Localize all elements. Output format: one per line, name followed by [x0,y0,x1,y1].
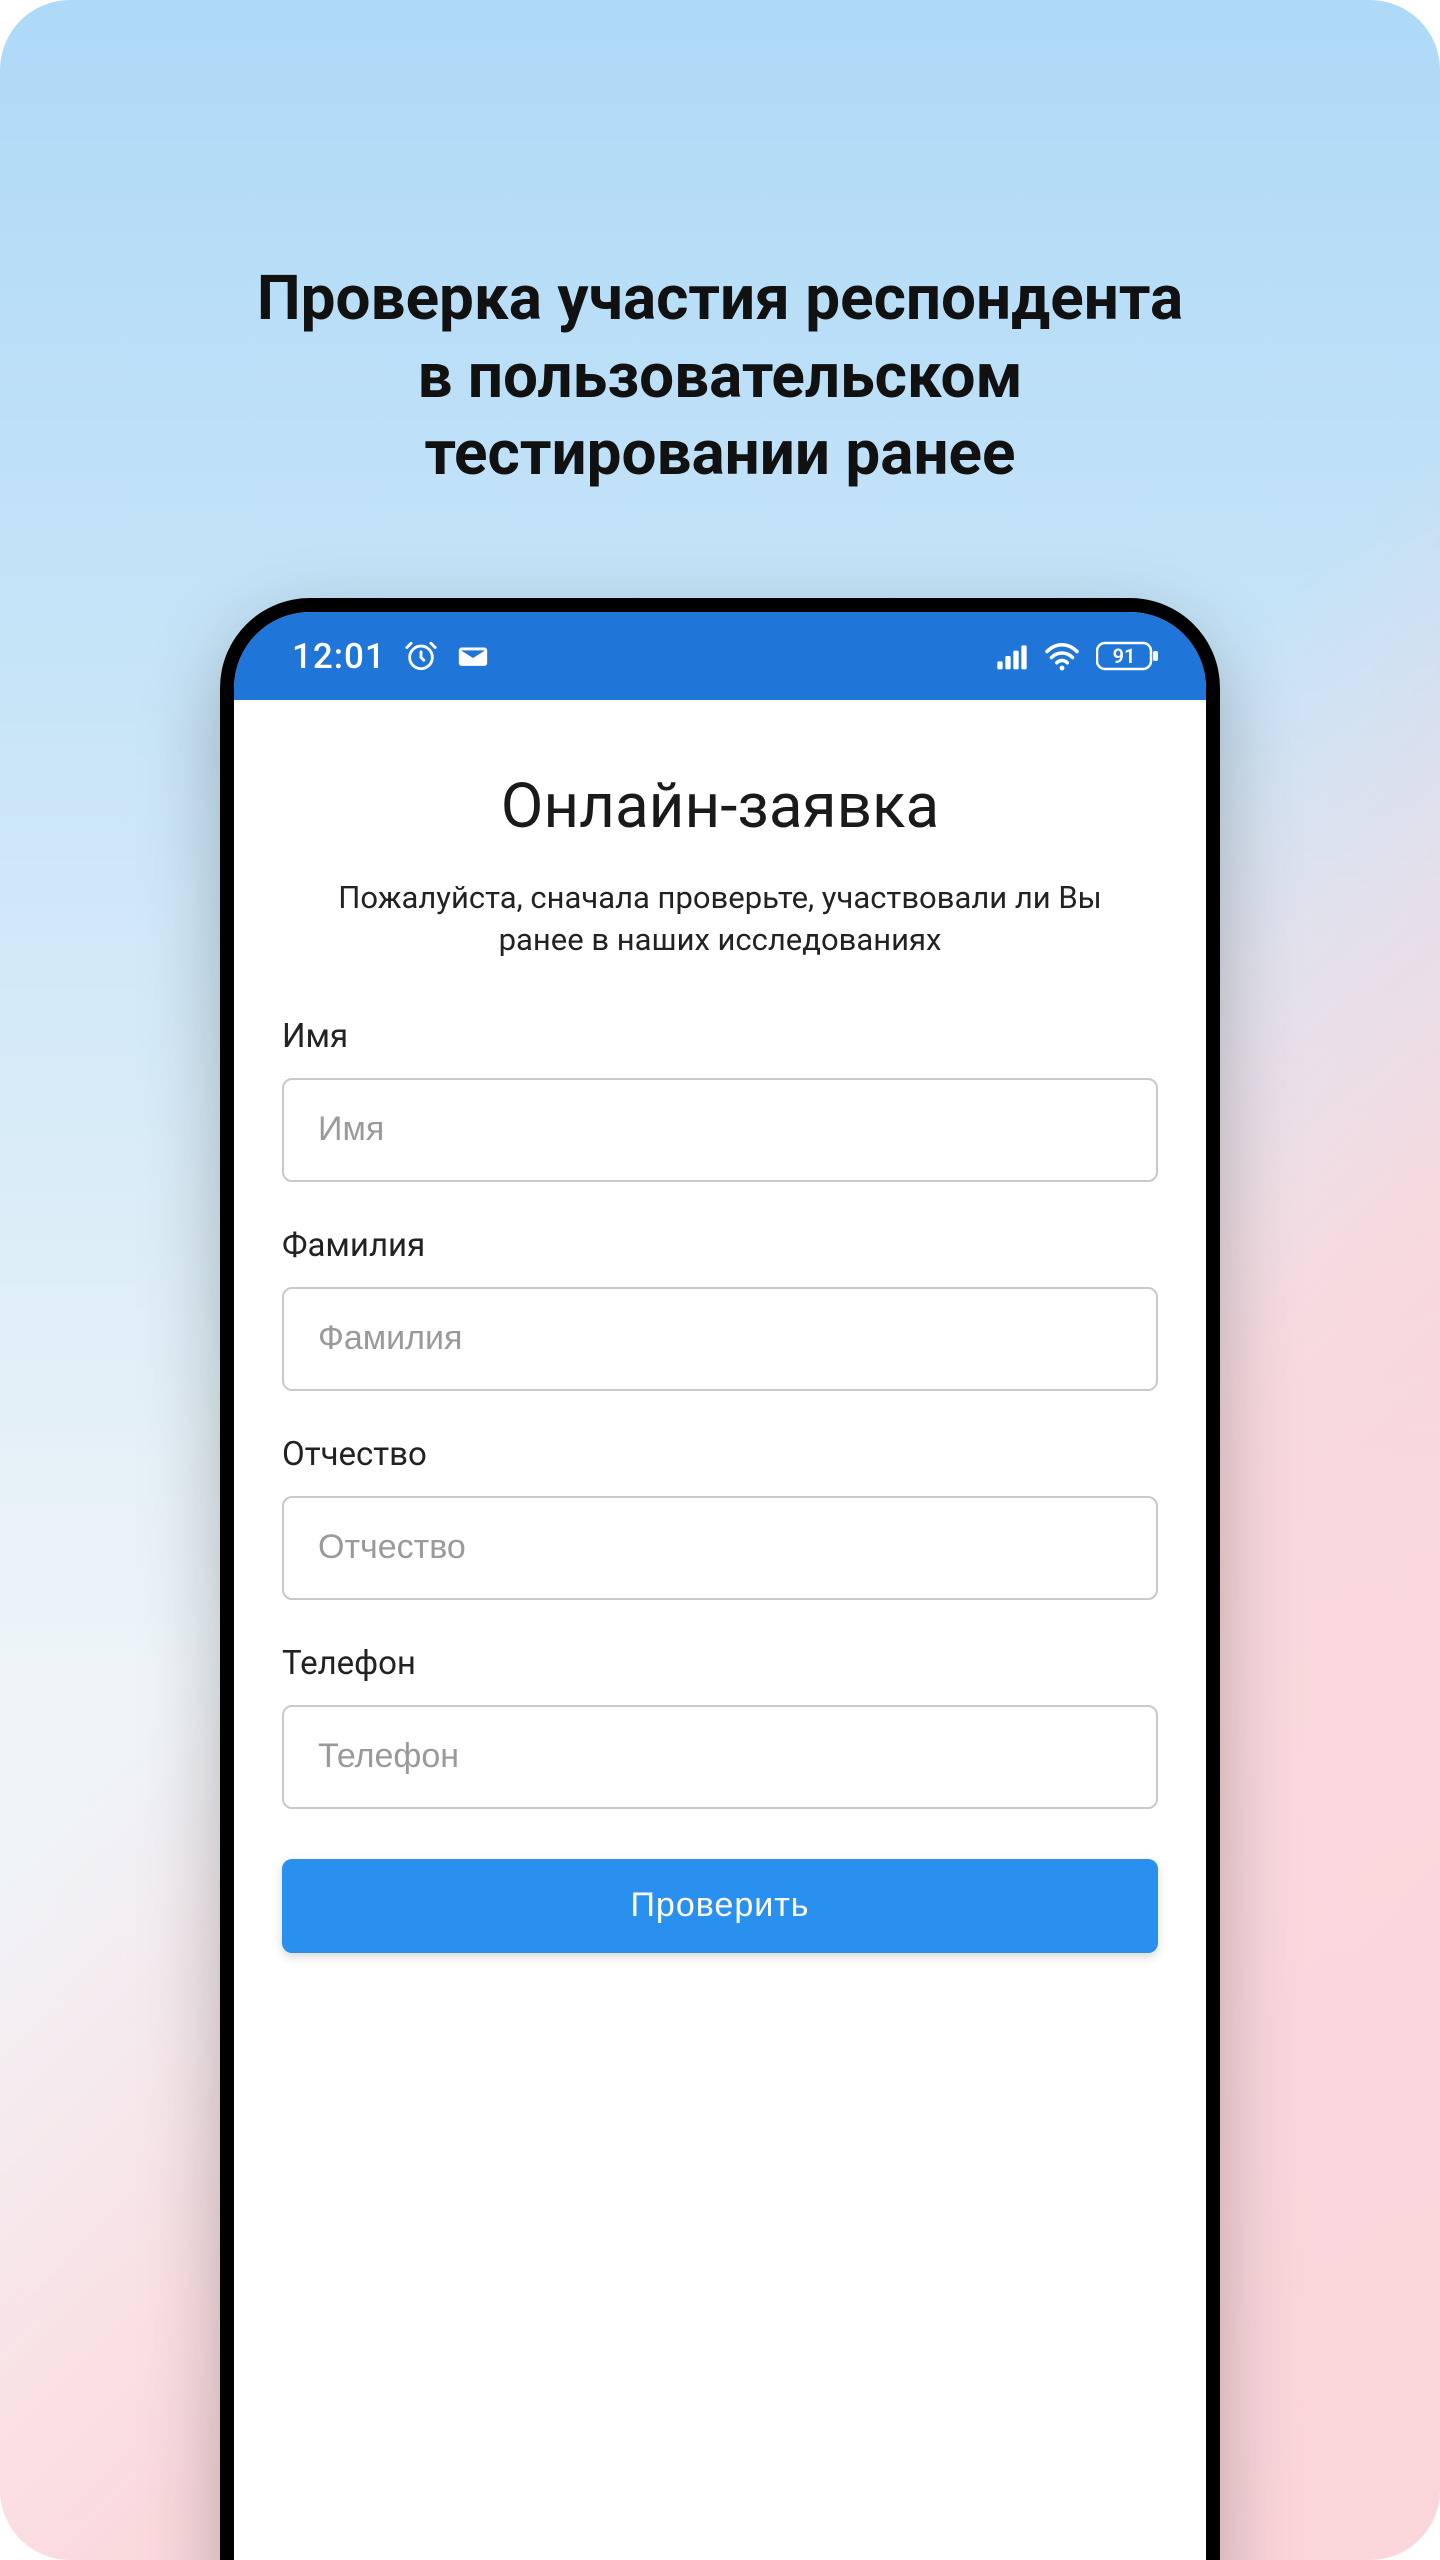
first-name-field[interactable] [282,1078,1158,1182]
promo-page: Проверка участия респондента в пользоват… [0,0,1440,2560]
promo-headline-line: Проверка участия респондента [257,262,1183,335]
form-group-patronymic: Отчество [282,1435,1158,1600]
status-time: 12:01 [292,636,386,677]
patronymic-field[interactable] [282,1496,1158,1600]
submit-button[interactable]: Проверить [282,1859,1158,1953]
wifi-icon [1044,641,1080,671]
first-name-label: Имя [282,1017,1158,1056]
phone-label: Телефон [282,1644,1158,1683]
mail-icon [456,639,490,673]
battery-level: 91 [1096,640,1152,672]
promo-headline-line: в пользовательском [417,340,1022,413]
app-content: Онлайн-заявка Пожалуйста, сначала провер… [234,700,1206,2560]
phone-mockup: 12:01 [220,598,1220,2560]
status-bar-left: 12:01 [292,636,490,677]
phone-field[interactable] [282,1705,1158,1809]
last-name-field[interactable] [282,1287,1158,1391]
form-group-last-name: Фамилия [282,1226,1158,1391]
promo-headline: Проверка участия респондента в пользоват… [0,260,1440,493]
promo-headline-line: тестировании ранее [425,417,1016,490]
patronymic-label: Отчество [282,1435,1158,1474]
status-bar-right: 91 [996,640,1160,672]
form-group-phone: Телефон [282,1644,1158,1809]
phone-screen: 12:01 [234,612,1206,2560]
last-name-label: Фамилия [282,1226,1158,1265]
form-group-first-name: Имя [282,1017,1158,1182]
status-bar: 12:01 [234,612,1206,700]
battery-icon: 91 [1096,640,1160,672]
page-subtitle: Пожалуйста, сначала проверьте, участвова… [282,877,1158,961]
page-title: Онлайн-заявка [282,770,1158,843]
signal-icon [996,642,1028,670]
alarm-icon [404,639,438,673]
